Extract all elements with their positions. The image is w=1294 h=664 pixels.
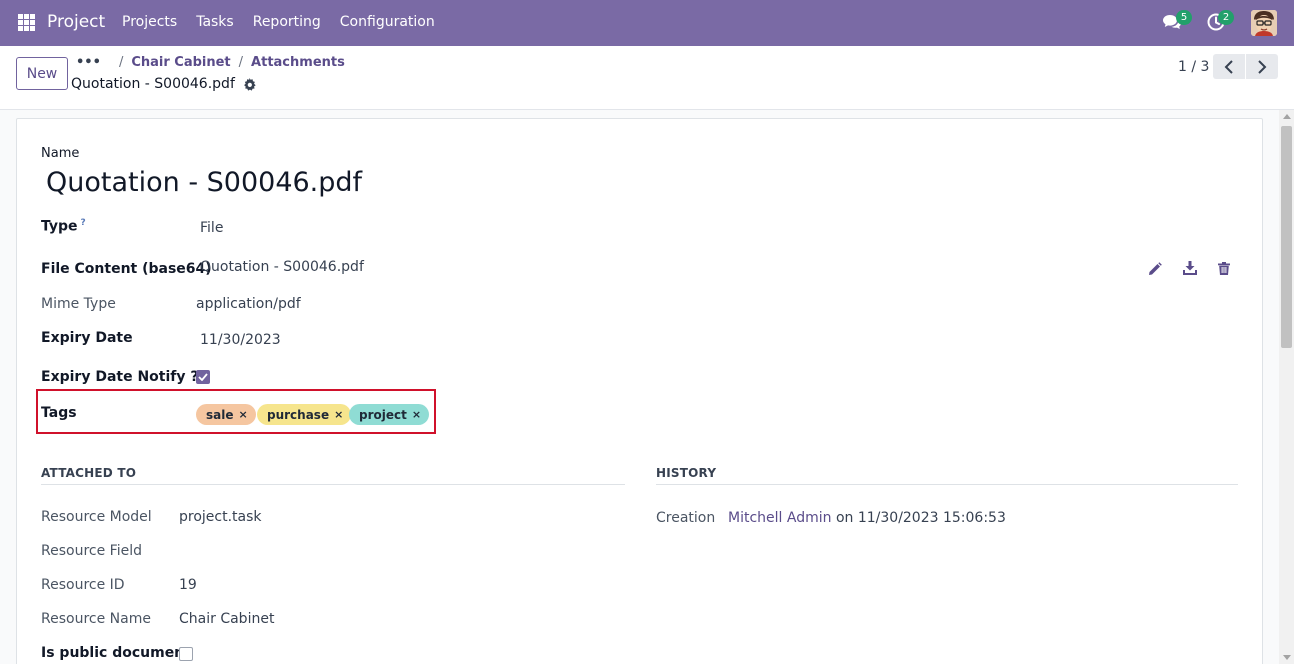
tags-label: Tags: [41, 405, 77, 421]
breadcrumb: ••• / Chair Cabinet / Attachments: [76, 55, 345, 70]
form-sheet: Name Quotation - S00046.pdf Type? File F…: [16, 118, 1263, 664]
tag-purchase: purchase ×: [257, 404, 352, 425]
chevron-left-icon: [1224, 59, 1233, 74]
name-label: Name: [41, 146, 80, 161]
gear-icon[interactable]: [243, 77, 256, 91]
creation-label: Creation: [656, 510, 716, 526]
user-avatar[interactable]: [1251, 10, 1277, 36]
resource-model-value: project.task: [179, 509, 262, 525]
avatar-face-icon: [1251, 10, 1277, 36]
breadcrumb-more-button[interactable]: •••: [76, 55, 101, 70]
resource-id-value: 19: [179, 577, 197, 593]
scrollbar-thumb[interactable]: [1281, 126, 1292, 348]
pager-value[interactable]: 1 / 3: [1178, 59, 1209, 75]
is-public-label: Is public document: [41, 645, 191, 661]
resource-id-label: Resource ID: [41, 577, 125, 593]
resource-name-value: Chair Cabinet: [179, 611, 275, 627]
tag-project-label: project: [359, 407, 407, 422]
menu-item-projects[interactable]: Projects: [122, 14, 177, 30]
resource-field-label: Resource Field: [41, 543, 142, 559]
file-content-label: File Content (base64): [41, 261, 212, 277]
resource-name-label: Resource Name: [41, 611, 151, 627]
page-scrollbar[interactable]: [1279, 110, 1294, 664]
tag-project: project ×: [349, 404, 430, 425]
scroll-down-icon[interactable]: [1283, 655, 1291, 660]
mime-type-value: application/pdf: [196, 296, 301, 312]
scroll-up-icon[interactable]: [1283, 114, 1291, 119]
record-title: Quotation - S00046.pdf: [71, 76, 256, 92]
activities-count-badge: 2: [1218, 10, 1234, 25]
chevron-right-icon: [1258, 59, 1267, 74]
apps-menu-icon[interactable]: [18, 14, 35, 31]
breadcrumb-chair-cabinet[interactable]: Chair Cabinet: [131, 55, 230, 70]
type-help-icon[interactable]: ?: [81, 218, 86, 228]
file-content-field[interactable]: Quotation - S00046.pdf: [200, 259, 364, 275]
breadcrumb-attachments[interactable]: Attachments: [251, 55, 345, 70]
messages-count-badge: 5: [1176, 10, 1192, 25]
new-button[interactable]: New: [16, 57, 68, 90]
expiry-notify-checkbox[interactable]: [196, 370, 210, 384]
resource-model-label: Resource Model: [41, 509, 152, 525]
creation-user-link[interactable]: Mitchell Admin: [728, 510, 832, 526]
main-menu: Projects Tasks Reporting Configuration: [122, 14, 454, 30]
download-icon[interactable]: [1183, 261, 1197, 275]
expiry-notify-label: Expiry Date Notify ??: [41, 369, 207, 385]
menu-item-tasks[interactable]: Tasks: [196, 14, 234, 30]
tag-sale: sale ×: [196, 404, 256, 425]
is-public-checkbox[interactable]: [179, 647, 193, 661]
creation-value: Mitchell Admin on 11/30/2023 15:06:53: [728, 510, 1006, 526]
pager-previous-button[interactable]: [1213, 54, 1245, 79]
expiry-date-field[interactable]: 11/30/2023: [200, 332, 281, 348]
type-label: Type?: [41, 218, 86, 235]
creation-datetime: on 11/30/2023 15:06:53: [835, 510, 1006, 526]
app-name[interactable]: Project: [47, 12, 105, 32]
tag-sale-label: sale: [206, 407, 234, 422]
menu-item-reporting[interactable]: Reporting: [253, 14, 321, 30]
pager-next-button[interactable]: [1246, 54, 1278, 79]
type-label-text: Type: [41, 218, 78, 235]
checkmark-icon: [198, 373, 208, 381]
attached-to-divider: [41, 484, 625, 485]
top-navbar: Project Projects Tasks Reporting Configu…: [0, 0, 1294, 46]
type-field[interactable]: File: [200, 220, 223, 236]
tag-purchase-remove-icon[interactable]: ×: [334, 408, 343, 421]
mime-type-label: Mime Type: [41, 296, 116, 312]
name-field[interactable]: Quotation - S00046.pdf: [46, 167, 362, 198]
tag-sale-remove-icon[interactable]: ×: [239, 408, 248, 421]
menu-item-configuration[interactable]: Configuration: [340, 14, 435, 30]
history-divider: [656, 484, 1238, 485]
expiry-date-label: Expiry Date: [41, 330, 133, 346]
attached-to-title: ATTACHED TO: [41, 466, 137, 480]
record-title-text: Quotation - S00046.pdf: [71, 76, 235, 92]
control-panel: New ••• / Chair Cabinet / Attachments Qu…: [0, 46, 1294, 110]
tag-purchase-label: purchase: [267, 407, 330, 422]
trash-icon[interactable]: [1218, 262, 1230, 275]
edit-icon[interactable]: [1148, 262, 1162, 276]
tag-project-remove-icon[interactable]: ×: [412, 408, 421, 421]
history-title: HISTORY: [656, 466, 717, 480]
